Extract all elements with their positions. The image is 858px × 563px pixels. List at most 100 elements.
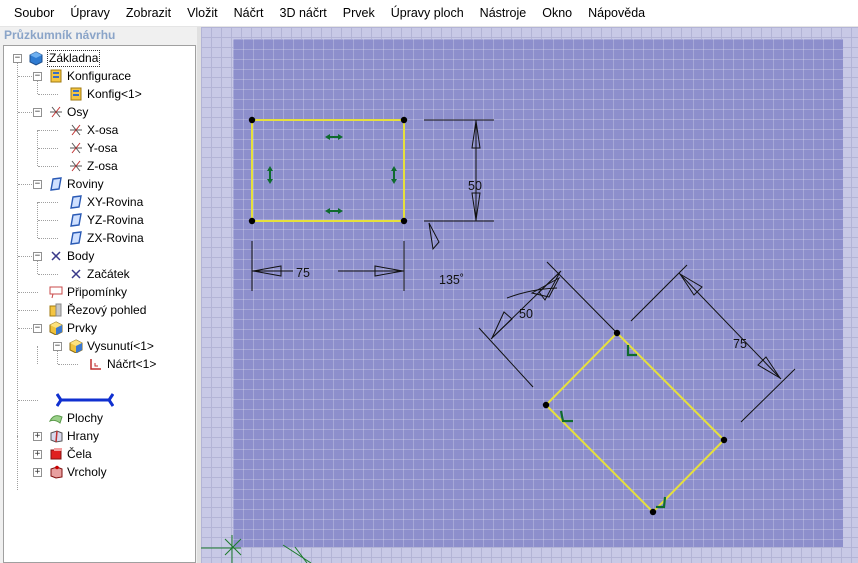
- tree-item-x-osa[interactable]: X-osa: [68, 121, 118, 139]
- tree-item-plochy[interactable]: Plochy: [48, 409, 103, 427]
- tree-item-body[interactable]: Body: [48, 247, 94, 265]
- tree-item-prvky[interactable]: Prvky: [48, 319, 97, 337]
- tree-item-vysunuti[interactable]: Vysunutí<1>: [68, 337, 154, 355]
- tree-label: Roviny: [67, 177, 104, 191]
- origin-axis-icon: [201, 535, 312, 563]
- axes-icon: [48, 104, 64, 120]
- tree-item-z-osa[interactable]: Z-osa: [68, 157, 118, 175]
- menu-napoveda[interactable]: Nápověda: [580, 2, 653, 24]
- expander-prvky[interactable]: −: [33, 324, 42, 333]
- panel-title: Průzkumník návrhu: [4, 28, 116, 42]
- menu-bar: Soubor Úpravy Zobrazit Vložit Náčrt 3D n…: [0, 0, 858, 27]
- axis-icon: [68, 158, 84, 174]
- expander-zakladna[interactable]: −: [13, 54, 22, 63]
- tree-item-cela[interactable]: Čela: [48, 445, 92, 463]
- expander-roviny[interactable]: −: [33, 180, 42, 189]
- menu-prvek[interactable]: Prvek: [335, 2, 383, 24]
- menu-vlozit[interactable]: Vložit: [179, 2, 226, 24]
- axis-icon: [68, 140, 84, 156]
- expander-vysunuti[interactable]: −: [53, 342, 62, 351]
- tree-item-osy[interactable]: Osy: [48, 103, 88, 121]
- menu-3d-nacrt[interactable]: 3D náčrt: [272, 2, 335, 24]
- tree-label: Řezový pohled: [67, 303, 147, 317]
- dimension-rotated-short-value[interactable]: 50: [519, 307, 533, 321]
- annotation-icon: [48, 284, 64, 300]
- tree-label: XY-Rovina: [87, 195, 144, 209]
- dimension-angle-value[interactable]: 135˚: [439, 273, 464, 287]
- tree-label: YZ-Rovina: [87, 213, 144, 227]
- expander-konfigurace[interactable]: −: [33, 72, 42, 81]
- vertices-icon: [48, 464, 64, 480]
- sketch-viewport[interactable]: 50 75 135˚ 50 75: [201, 27, 858, 563]
- menu-soubor[interactable]: Soubor: [6, 2, 62, 24]
- menu-nacrt[interactable]: Náčrt: [226, 2, 272, 24]
- perpendicular-constraint-icon[interactable]: [559, 345, 667, 509]
- dimension-rotated-long-value[interactable]: 75: [733, 337, 747, 351]
- menu-okno[interactable]: Okno: [534, 2, 580, 24]
- configuration-icon: [48, 68, 64, 84]
- tree-label: Náčrt<1>: [107, 357, 157, 371]
- tree-label: Vrcholy: [67, 465, 107, 479]
- tree-label: Konfig<1>: [87, 87, 142, 101]
- tree-item-zakladna[interactable]: Základna: [28, 49, 101, 67]
- point-icon: [48, 248, 64, 264]
- menu-nastroje[interactable]: Nástroje: [472, 2, 535, 24]
- dimension-rotated-long[interactable]: [630, 264, 796, 423]
- tree-item-vrcholy[interactable]: Vrcholy: [48, 463, 107, 481]
- configuration-icon: [68, 86, 84, 102]
- dimension-width[interactable]: [251, 241, 405, 291]
- menu-upravy-ploch[interactable]: Úpravy ploch: [383, 2, 472, 24]
- plane-icon: [68, 194, 84, 210]
- tree-label: Body: [67, 249, 95, 263]
- tree-item-konfig1[interactable]: Konfig<1>: [68, 85, 142, 103]
- dimension-width-value[interactable]: 75: [296, 266, 310, 280]
- tree-label: Vysunutí<1>: [87, 339, 154, 353]
- tree-item-hrany[interactable]: Hrany: [48, 427, 99, 445]
- tree-item-nacrt[interactable]: Náčrt<1>: [88, 355, 156, 373]
- extrude-icon: [68, 338, 84, 354]
- tree-item-rezovy-pohled[interactable]: Řezový pohled: [48, 301, 146, 319]
- menu-upravy[interactable]: Úpravy: [62, 2, 118, 24]
- surfaces-icon: [48, 410, 64, 426]
- section-view-icon: [48, 302, 64, 318]
- edges-icon: [48, 428, 64, 444]
- feature-tree: − Základna − Konfigurace Konfig<1> − Osy…: [3, 45, 196, 563]
- dimension-rotated-short[interactable]: [478, 261, 616, 388]
- horizontal-constraint-icon[interactable]: [325, 134, 343, 140]
- horizontal-constraint-icon[interactable]: [325, 208, 343, 214]
- tree-item-konfigurace[interactable]: Konfigurace: [48, 67, 131, 85]
- vertical-constraint-icon[interactable]: [391, 166, 397, 184]
- tree-label: Z-osa: [87, 159, 118, 173]
- tree-item-zacatek[interactable]: Začátek: [68, 265, 130, 283]
- menu-zobrazit[interactable]: Zobrazit: [118, 2, 179, 24]
- expander-vrcholy[interactable]: +: [33, 468, 42, 477]
- tree-label: Čela: [67, 447, 92, 461]
- dimension-height-value[interactable]: 50: [468, 179, 482, 193]
- tree-item-pripominky[interactable]: Připomínky: [48, 283, 127, 301]
- tree-label: Začátek: [87, 267, 130, 281]
- tree-label: Hrany: [67, 429, 100, 443]
- tree-item-yz-rovina[interactable]: YZ-Rovina: [68, 211, 144, 229]
- tree-label: ZX-Rovina: [87, 231, 144, 245]
- dimension-height[interactable]: [424, 119, 494, 251]
- tree-label: Konfigurace: [67, 69, 132, 83]
- vertical-constraint-icon[interactable]: [267, 166, 273, 184]
- design-explorer-panel: Průzkumník návrhu − Základna − Konfigura…: [0, 27, 200, 563]
- tree-item-xy-rovina[interactable]: XY-Rovina: [68, 193, 143, 211]
- tree-label: Osy: [67, 105, 89, 119]
- sketch-geometry: [201, 116, 796, 563]
- expander-cela[interactable]: +: [33, 450, 42, 459]
- tree-item-y-osa[interactable]: Y-osa: [68, 139, 117, 157]
- part-icon: [28, 50, 44, 66]
- features-icon: [48, 320, 64, 336]
- rollback-bar[interactable]: [55, 392, 115, 408]
- sketch-rotated-rectangle[interactable]: [542, 329, 728, 516]
- tree-item-roviny[interactable]: Roviny: [48, 175, 104, 193]
- expander-body[interactable]: −: [33, 252, 42, 261]
- expander-osy[interactable]: −: [33, 108, 42, 117]
- plane-icon: [68, 230, 84, 246]
- tree-label: Prvky: [67, 321, 97, 335]
- tree-item-zx-rovina[interactable]: ZX-Rovina: [68, 229, 144, 247]
- expander-hrany[interactable]: +: [33, 432, 42, 441]
- tree-label: X-osa: [87, 123, 119, 137]
